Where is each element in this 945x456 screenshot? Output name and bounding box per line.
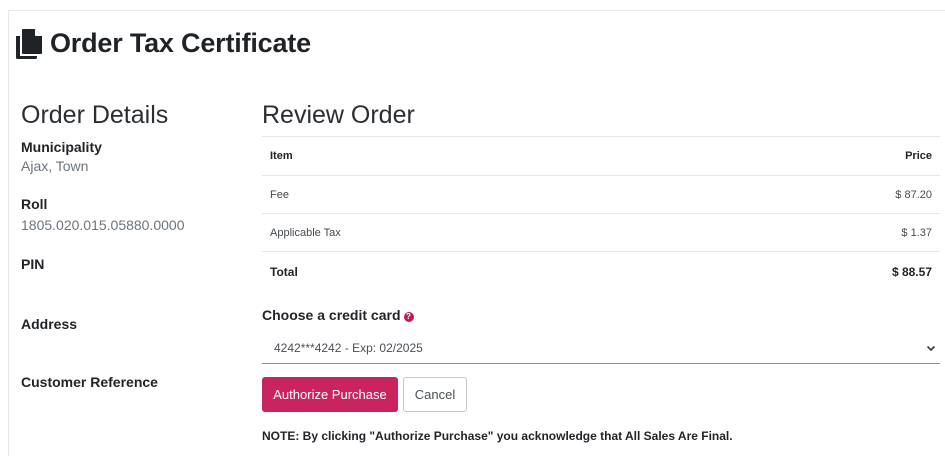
cancel-button[interactable]: Cancel [403, 377, 467, 412]
roll-label: Roll [21, 196, 48, 212]
customer-reference-label: Customer Reference [21, 374, 158, 390]
address-label: Address [21, 316, 78, 332]
municipality-label: Municipality [21, 139, 102, 155]
final-sale-note: NOTE: By clicking "Authorize Purchase" y… [262, 429, 733, 443]
table-row: Applicable Tax $ 1.37 [262, 213, 940, 252]
total-price: $ 88.57 [673, 251, 940, 292]
authorize-purchase-button[interactable]: Authorize Purchase [262, 377, 398, 412]
table-header-row: Item Price [262, 136, 940, 176]
question-circle-icon[interactable]: ? [403, 311, 414, 322]
copy-documents-icon [16, 29, 42, 59]
fee-price: $ 87.20 [673, 175, 940, 214]
fee-item: Fee [262, 175, 674, 214]
review-order-heading: Review Order [262, 101, 415, 129]
price-column-header: Price [673, 136, 940, 176]
page-title: Order Tax Certificate [50, 27, 311, 58]
order-details-heading: Order Details [21, 101, 169, 129]
pin-label: PIN [21, 256, 45, 272]
item-column-header: Item [262, 136, 674, 176]
selected-credit-card: 4242***4242 - Exp: 02/2025 [274, 341, 423, 355]
review-order-panel: Review Order Item Price Fee $ 87.20 Appl… [262, 99, 940, 443]
total-label: Total [262, 251, 674, 292]
municipality-value: Ajax, Town [21, 158, 89, 174]
tax-item: Applicable Tax [262, 213, 674, 252]
tax-price: $ 1.37 [673, 213, 940, 252]
card-left-border [8, 10, 9, 456]
table-row: Fee $ 87.20 [262, 175, 940, 214]
page-header: Order Tax Certificate [14, 27, 311, 59]
card-top-border [8, 10, 945, 11]
total-row: Total $ 88.57 [262, 251, 940, 292]
credit-card-select[interactable]: 4242***4242 - Exp: 02/2025 [262, 333, 940, 364]
roll-value: 1805.020.015.05880.0000 [21, 217, 185, 233]
order-summary-table: Item Price Fee $ 87.20 Applicable Tax $ … [262, 136, 940, 292]
credit-card-label: Choose a credit card [262, 307, 401, 323]
credit-card-label-row: Choose a credit card ? [262, 307, 414, 323]
chevron-down-icon [926, 345, 936, 352]
order-details-panel: Order Details Municipality Ajax, Town Ro… [21, 99, 241, 390]
